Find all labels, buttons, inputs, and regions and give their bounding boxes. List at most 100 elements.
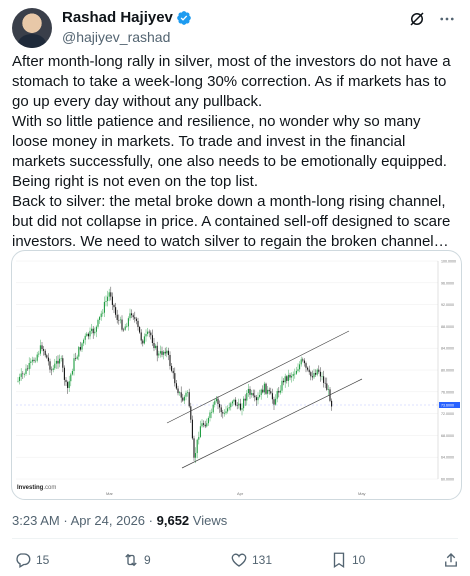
candle-body xyxy=(220,407,222,413)
chart-brand-name: Investing xyxy=(17,485,44,491)
last-price-label: 73.6000 xyxy=(441,404,454,408)
candle-body xyxy=(113,304,115,308)
more-icon[interactable] xyxy=(438,10,456,28)
candle-body xyxy=(159,351,161,354)
channel-lower-line xyxy=(181,378,363,469)
candle-body xyxy=(65,379,67,383)
bookmark-icon xyxy=(333,552,345,569)
reply-icon xyxy=(16,553,31,568)
candle-body xyxy=(310,372,312,377)
candle-body xyxy=(20,373,22,377)
candle-body xyxy=(78,347,80,357)
candle-body xyxy=(324,382,326,384)
y-tick-label: 96.0000 xyxy=(441,281,454,285)
candle-body xyxy=(111,296,113,305)
tweet-header: Rashad Hajiyev @hajiyev_rashad xyxy=(12,6,458,48)
candle-body xyxy=(23,374,25,375)
candle-body xyxy=(233,399,235,402)
candle-body xyxy=(199,426,201,437)
candle-body xyxy=(185,392,187,397)
bookmark-button[interactable]: 10 xyxy=(330,551,365,569)
candle-body xyxy=(292,373,294,377)
candle-body xyxy=(150,332,152,336)
candle-body xyxy=(167,350,169,355)
candle-body xyxy=(331,400,333,407)
candle-body xyxy=(102,312,104,314)
candle-body xyxy=(254,395,256,398)
candle-body xyxy=(308,369,310,373)
candle-body xyxy=(95,326,97,332)
candle-body xyxy=(313,373,315,378)
y-tick-label: 88.0000 xyxy=(441,325,454,329)
handle[interactable]: @hajiyev_rashad xyxy=(62,29,170,45)
chart-grid xyxy=(16,260,438,480)
candle-body xyxy=(27,368,29,370)
candle-body xyxy=(271,393,273,400)
candle-body xyxy=(257,396,259,401)
candle-body xyxy=(118,319,120,321)
candle-body xyxy=(198,436,200,440)
tweet-time[interactable]: 3:23 AM xyxy=(12,513,60,528)
candle-body xyxy=(231,401,233,404)
candle-body xyxy=(281,380,283,391)
share-button[interactable] xyxy=(442,551,460,569)
candle-body xyxy=(89,330,91,337)
y-tick-label: 60.0000 xyxy=(441,478,454,482)
candle-body xyxy=(188,392,190,407)
tweet-date[interactable]: Apr 24, 2026 xyxy=(71,513,145,528)
grok-icon[interactable] xyxy=(408,10,426,28)
candle-body xyxy=(62,358,64,368)
tweet-media-chart[interactable]: 100.0000 96.0000 92.0000 88.0000 84.0000 80.0… xyxy=(11,250,462,500)
candle-body xyxy=(126,326,128,327)
candle-body xyxy=(228,407,230,409)
candle-body xyxy=(123,329,125,331)
candle-body xyxy=(163,351,165,355)
reply-count: 15 xyxy=(36,553,50,567)
y-tick-label: 64.0000 xyxy=(441,456,454,460)
candle-body xyxy=(321,376,323,377)
candle-body xyxy=(60,358,62,359)
chart-brand-suffix: .com xyxy=(43,485,56,491)
candle-body xyxy=(305,363,307,368)
candle-body xyxy=(166,350,168,354)
channel-upper-line xyxy=(166,330,350,424)
candle-body xyxy=(279,390,281,393)
candle-body xyxy=(284,376,286,383)
candle-body xyxy=(38,353,40,355)
candle-body xyxy=(215,398,217,402)
candle-body xyxy=(263,383,265,393)
candle-body xyxy=(135,318,137,321)
avatar[interactable] xyxy=(12,8,52,48)
candle-body xyxy=(46,355,48,358)
like-count: 131 xyxy=(252,553,273,567)
candle-body xyxy=(190,406,192,420)
candle-body xyxy=(67,382,69,388)
repost-icon xyxy=(125,553,137,567)
bookmark-count: 10 xyxy=(352,553,366,567)
repost-count: 9 xyxy=(144,553,151,567)
candle-body xyxy=(225,411,227,414)
candle-body xyxy=(177,388,179,394)
candle-body xyxy=(286,376,288,381)
chart-x-axis: Mar Apr May xyxy=(106,491,366,496)
repost-button[interactable]: 9 xyxy=(122,551,151,569)
candle-body xyxy=(174,373,176,384)
silver-chart: 100.0000 96.0000 92.0000 88.0000 84.0000 80.0… xyxy=(16,260,460,496)
candle-body xyxy=(73,358,75,372)
reply-button[interactable]: 15 xyxy=(14,551,49,569)
candle-body xyxy=(28,363,30,370)
candle-body xyxy=(86,333,88,336)
candle-body xyxy=(79,347,81,350)
candle-body xyxy=(315,373,317,375)
display-name[interactable]: Rashad Hajiyev xyxy=(62,9,173,26)
heart-icon xyxy=(231,553,247,567)
candle-body xyxy=(142,340,144,344)
candle-body xyxy=(44,350,46,356)
like-button[interactable]: 131 xyxy=(230,551,272,569)
candle-body xyxy=(247,388,249,394)
y-tick-label: 68.0000 xyxy=(441,434,454,438)
y-tick-label: 84.0000 xyxy=(441,347,454,351)
candle-body xyxy=(140,332,142,341)
candle-body xyxy=(47,357,49,362)
candle-body xyxy=(151,335,153,343)
